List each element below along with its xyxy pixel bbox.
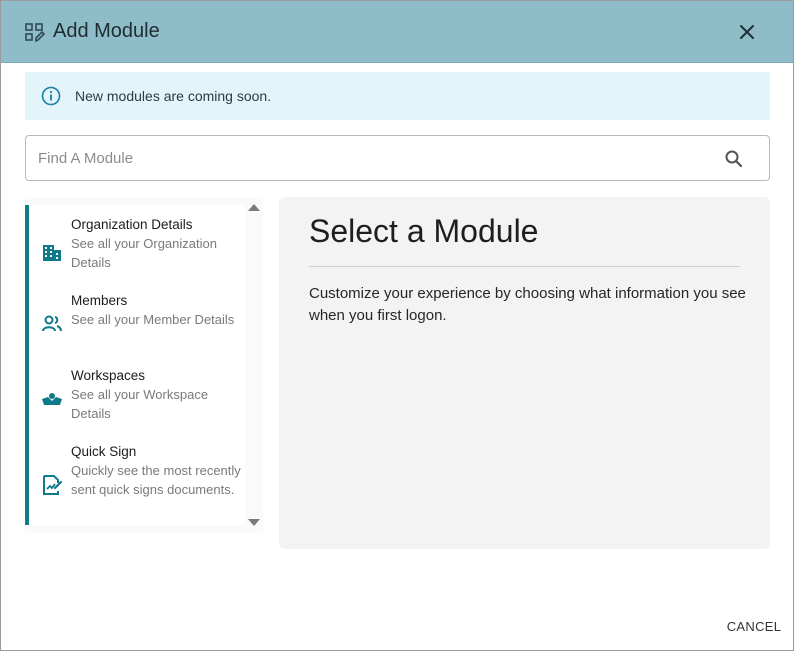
module-item-workspaces[interactable]: Workspaces See all your Workspace Detail…	[29, 368, 245, 428]
info-banner: New modules are coming soon.	[25, 72, 770, 120]
search-input[interactable]	[38, 146, 698, 170]
members-icon	[42, 315, 62, 332]
module-item-quick-sign[interactable]: Quick Sign Quickly see the most recently…	[29, 444, 245, 524]
scroll-down-arrow-icon[interactable]	[247, 517, 261, 529]
module-item-members[interactable]: Members See all your Member Details	[29, 293, 245, 353]
detail-description: Customize your experience by choosing wh…	[309, 285, 746, 324]
module-title: Workspaces	[71, 368, 146, 383]
workspace-icon	[42, 393, 62, 405]
search-box	[25, 135, 770, 181]
module-description: See all your Workspace Details	[71, 387, 209, 421]
module-description: Quickly see the most recently sent quick…	[71, 463, 241, 497]
module-title: Quick Sign	[71, 444, 137, 459]
building-icon	[43, 245, 61, 261]
detail-title: Select a Module	[309, 213, 539, 249]
add-module-dialog: Add Module New modules are coming soon.	[0, 0, 794, 651]
dialog-title: Add Module	[53, 20, 160, 42]
banner-text: New modules are coming soon.	[75, 88, 272, 104]
module-detail-panel: Select a Module Customize your experienc…	[279, 197, 770, 549]
divider	[309, 266, 740, 267]
scroll-up-arrow-icon[interactable]	[247, 201, 261, 213]
quick-sign-icon	[43, 475, 63, 495]
module-list-container: Organization Details See all your Organi…	[25, 197, 263, 533]
close-icon	[740, 25, 754, 39]
module-item-organization-details[interactable]: Organization Details See all your Organi…	[29, 217, 245, 277]
module-title: Organization Details	[71, 217, 193, 232]
module-description: See all your Organization Details	[71, 236, 217, 270]
cancel-button[interactable]: CANCEL	[719, 615, 789, 637]
close-button[interactable]	[735, 20, 759, 44]
search-icon[interactable]	[723, 148, 745, 170]
add-module-icon	[25, 23, 45, 43]
module-list: Organization Details See all your Organi…	[25, 205, 245, 525]
module-description: See all your Member Details	[71, 312, 235, 327]
module-title: Members	[71, 293, 128, 308]
info-icon	[41, 86, 61, 106]
dialog-header: Add Module	[1, 1, 793, 63]
